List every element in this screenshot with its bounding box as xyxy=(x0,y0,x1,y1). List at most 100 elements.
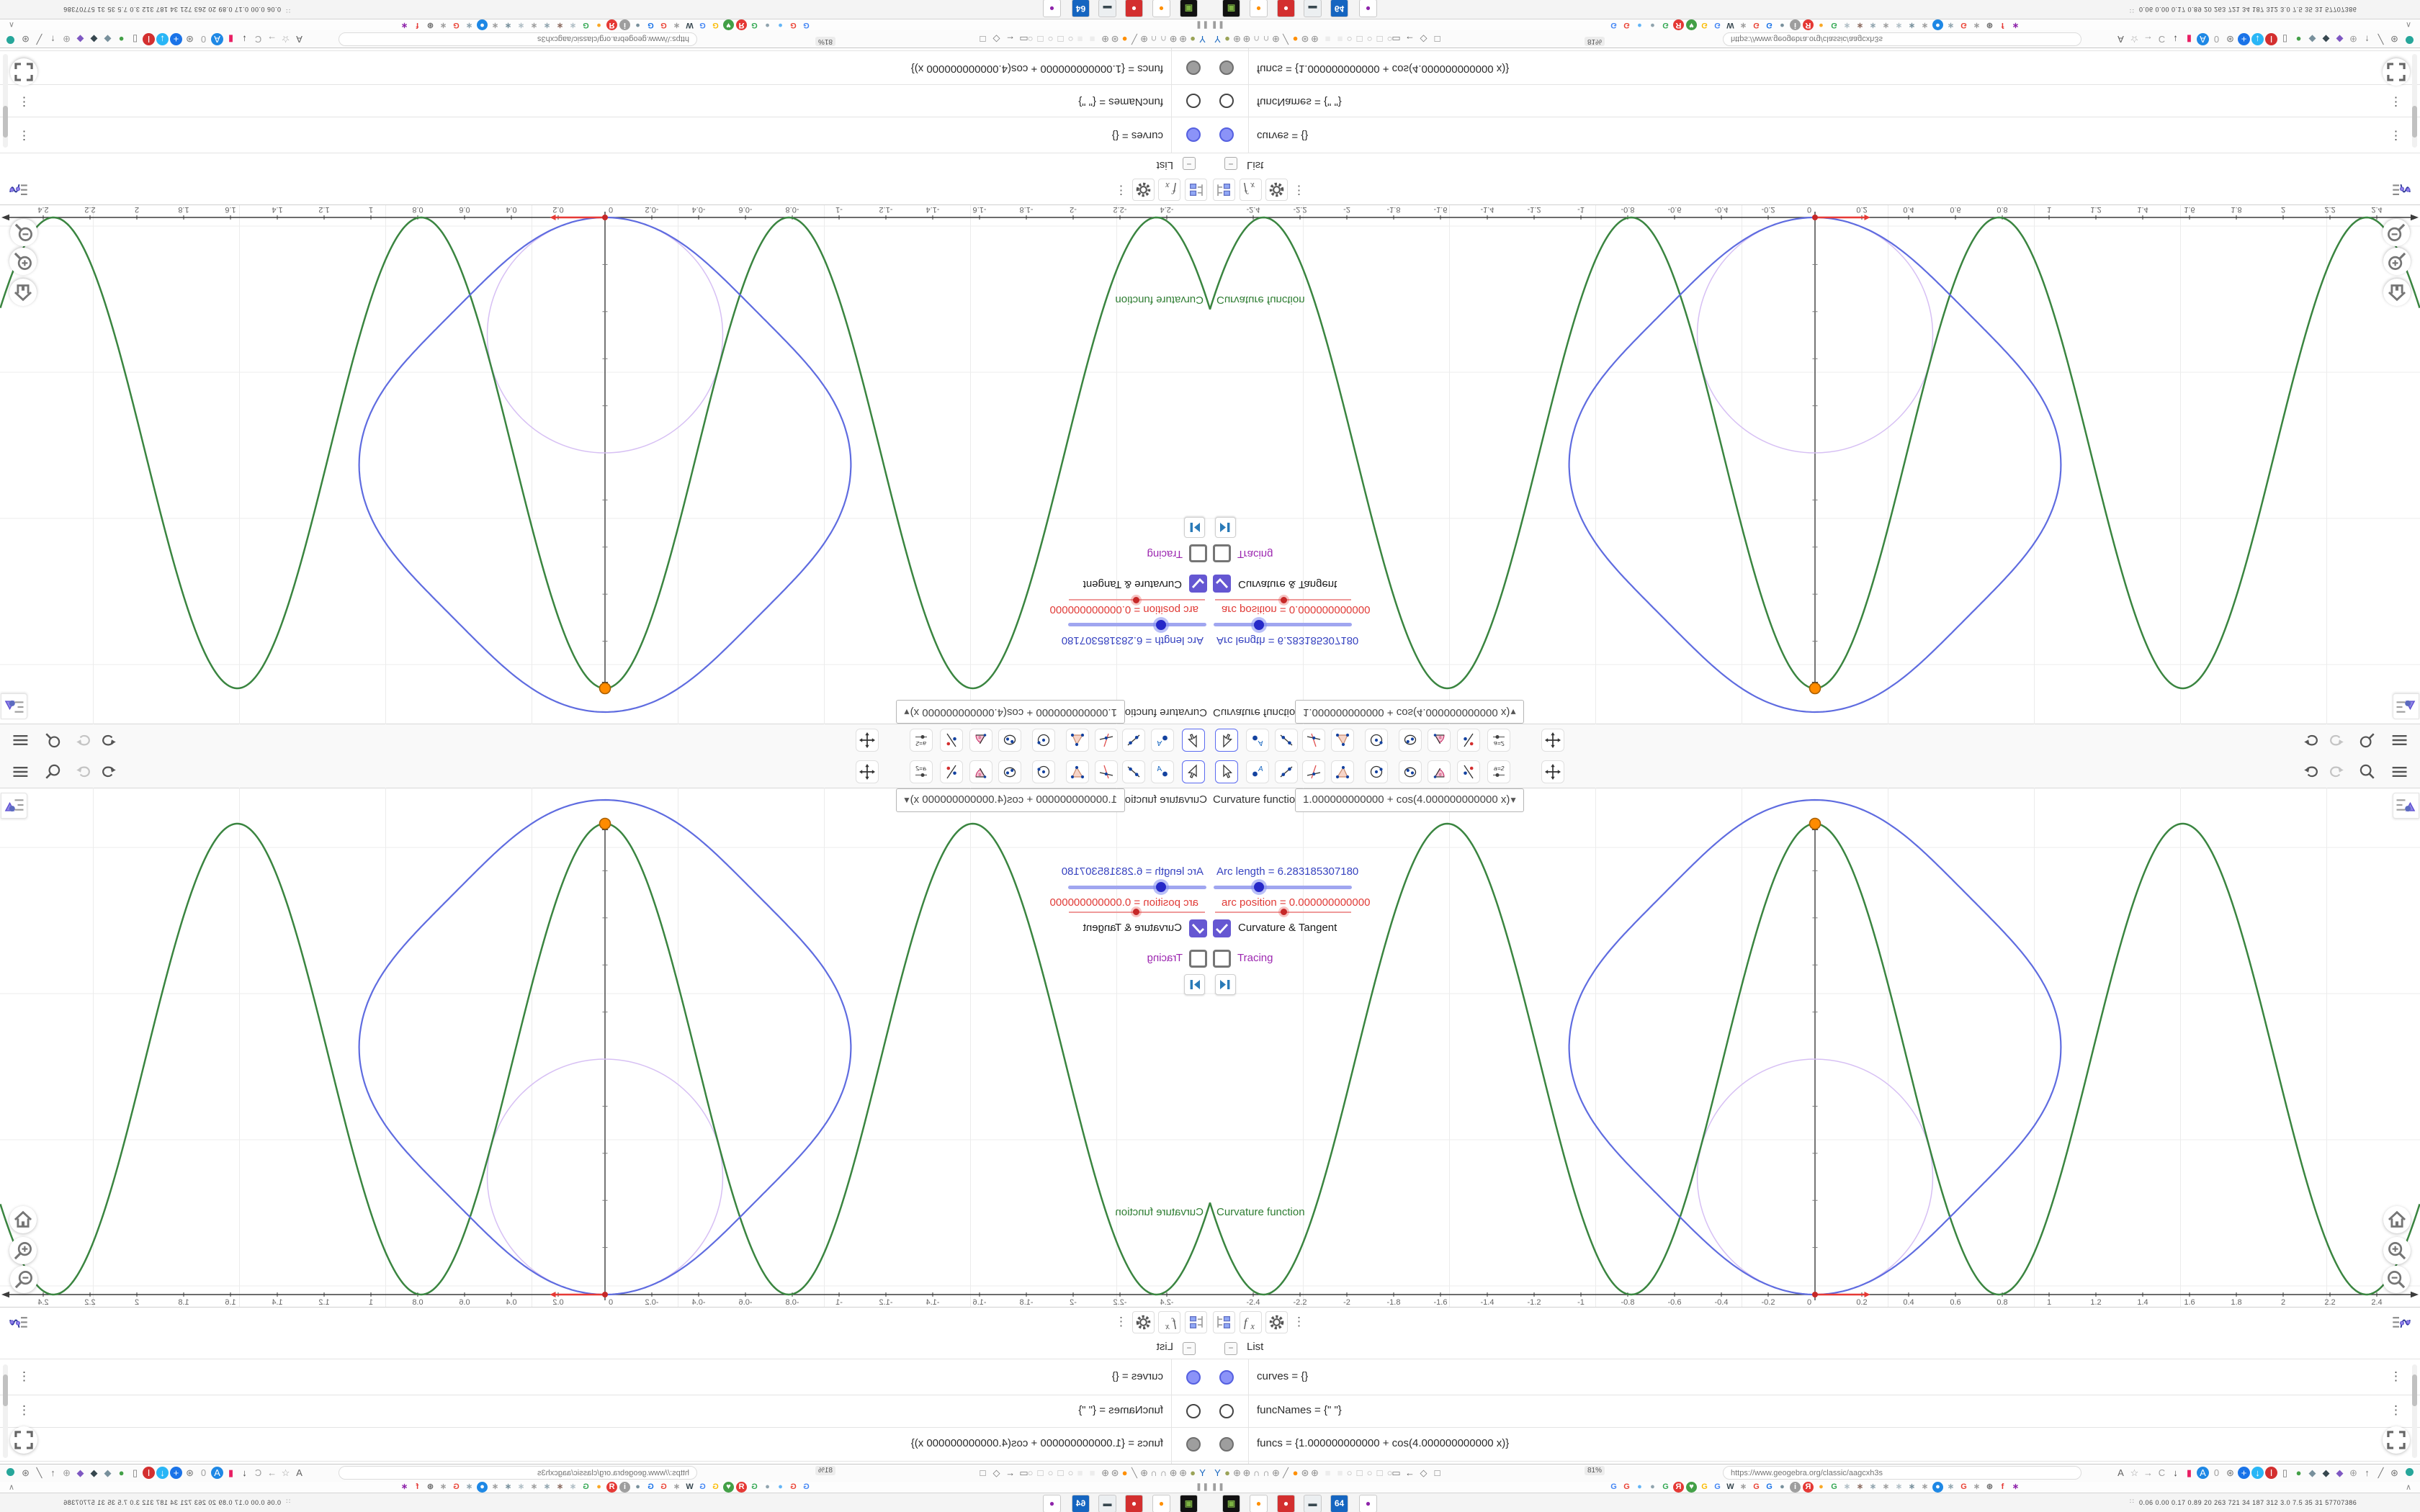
chevron-down-icon[interactable]: ▼ xyxy=(902,707,911,717)
collapse-icon[interactable]: − xyxy=(1224,1342,1237,1355)
package-app-icon[interactable]: ▣ xyxy=(1222,0,1240,17)
menu-hamburger-icon[interactable] xyxy=(2389,730,2409,750)
angle-tool-button[interactable]: α xyxy=(969,729,992,752)
algebra-row-curves[interactable]: curves = {} ⋮ xyxy=(0,117,1210,153)
favicon[interactable]: i xyxy=(1790,19,1801,30)
chevron-up-icon[interactable]: ∧ xyxy=(2406,1482,2411,1492)
perpendicular-line-tool-button[interactable] xyxy=(1302,729,1325,752)
visibility-marble[interactable] xyxy=(1186,127,1201,142)
capsule-icon[interactable]: 0 xyxy=(197,1467,210,1479)
favicon[interactable]: G xyxy=(1608,1482,1619,1493)
favicon[interactable]: G xyxy=(1699,1482,1710,1493)
favicon[interactable]: f xyxy=(412,19,423,30)
shield-purple-icon[interactable]: ◆ xyxy=(2334,33,2346,45)
favicon[interactable]: ∗ xyxy=(529,19,539,30)
conic-tool-button[interactable] xyxy=(1399,729,1422,752)
gear-icon[interactable]: ⊛ xyxy=(19,33,32,45)
trash-icon[interactable]: ▯ xyxy=(129,33,141,45)
algebra-row-curves[interactable]: curves = {} ⋮ xyxy=(0,1359,1210,1395)
globe-color-icon[interactable]: ● xyxy=(2293,1467,2305,1479)
favicon[interactable]: ∗ xyxy=(671,1482,682,1493)
marker-icon[interactable]: ▮ xyxy=(2183,33,2195,45)
globe-color-icon[interactable]: ● xyxy=(115,33,127,45)
undo-icon[interactable] xyxy=(2301,730,2321,750)
conic-tool-button[interactable] xyxy=(1399,760,1422,783)
arc-position-slider[interactable] xyxy=(1069,597,1205,603)
trash-icon[interactable]: ▯ xyxy=(2279,33,2291,45)
arc-position-slider-knob[interactable] xyxy=(1281,597,1287,603)
folder-icon[interactable]: ▭ xyxy=(1018,1467,1030,1479)
row-menu-icon[interactable]: ⋮ xyxy=(18,128,30,143)
dosbox-app-icon[interactable]: 64 xyxy=(1072,0,1090,17)
move-tool-button[interactable] xyxy=(1182,760,1205,783)
conic-tool-button[interactable] xyxy=(998,760,1021,783)
ghost-icon[interactable]: ■ xyxy=(1086,33,1098,45)
favicon[interactable]: f xyxy=(412,1482,423,1493)
favicon[interactable]: ∗ xyxy=(529,1482,539,1493)
favicon[interactable]: W xyxy=(684,19,695,30)
algebra-row-funcs[interactable]: funcs = {1.000000000000 + cos(4.00000000… xyxy=(0,1427,1210,1462)
favicon[interactable]: ● xyxy=(1777,19,1788,30)
curvature-tangent-checkbox[interactable] xyxy=(1189,575,1207,593)
favicon[interactable]: ∗ xyxy=(503,1482,514,1493)
favicon[interactable]: ● xyxy=(1816,1482,1827,1493)
wrench-icon[interactable]: ╱ xyxy=(2375,1467,2387,1479)
favicon[interactable]: G xyxy=(1621,19,1632,30)
settings-app-icon[interactable]: ● xyxy=(1277,0,1295,17)
visibility-marble[interactable] xyxy=(1219,1404,1234,1418)
curvature-tangent-checkbox[interactable] xyxy=(1213,575,1231,593)
slider-tool-button[interactable]: a=2 xyxy=(910,729,933,752)
favicon[interactable]: ∗ xyxy=(1945,1482,1956,1493)
wrench-icon[interactable]: ╱ xyxy=(2375,33,2387,45)
favicon[interactable]: G xyxy=(801,19,812,30)
favicon[interactable]: ● xyxy=(762,19,773,30)
point-tool-button[interactable]: A xyxy=(1151,760,1174,783)
favicon[interactable]: ∗ xyxy=(1894,1482,1904,1493)
favicon[interactable]: Я xyxy=(1803,19,1814,30)
zoom-level-badge[interactable]: 81% xyxy=(815,1466,835,1475)
polygon-tool-button[interactable] xyxy=(1331,760,1354,783)
arrow-icon[interactable]: → xyxy=(2142,33,2154,45)
visibility-marble[interactable] xyxy=(1219,60,1234,75)
shield-dark-icon[interactable]: ◆ xyxy=(2320,33,2332,45)
collapse-icon[interactable]: − xyxy=(1183,157,1196,170)
favicon[interactable]: G xyxy=(697,1482,708,1493)
globe-color-icon[interactable]: ● xyxy=(2293,33,2305,45)
back-arrow-icon[interactable]: ← xyxy=(1004,33,1016,45)
algebra-scrollbar[interactable] xyxy=(2412,54,2417,148)
redo-icon[interactable] xyxy=(73,730,94,750)
favicon[interactable]: ● xyxy=(632,1482,643,1493)
shield-purple-icon[interactable]: ◆ xyxy=(74,1467,86,1479)
shield-zero-icon[interactable]: ◆ xyxy=(102,33,114,45)
favicon[interactable]: W xyxy=(1725,1482,1736,1493)
shield-icon[interactable]: ◇ xyxy=(1417,1467,1430,1479)
favicon[interactable]: G xyxy=(1660,1482,1671,1493)
graphics-stylebar-toggle[interactable] xyxy=(1,793,27,819)
algebra-row-curves[interactable]: curves = {} ⋮ xyxy=(1210,117,2420,153)
home-button[interactable] xyxy=(9,1206,37,1233)
download-blue-icon[interactable]: ↓ xyxy=(2251,33,2264,45)
back-arrow-icon[interactable]: ← xyxy=(1404,1467,1416,1479)
graphics-stylebar-toggle[interactable] xyxy=(2393,693,2419,719)
translate-blue-icon[interactable]: A xyxy=(211,33,223,45)
address-bar[interactable]: https://www.geogebra.org/classic/aagcxh3… xyxy=(1723,1466,2081,1480)
favicon[interactable]: ∗ xyxy=(438,1482,449,1493)
row-menu-icon[interactable]: ⋮ xyxy=(18,94,30,109)
favicon[interactable]: ∗ xyxy=(1919,19,1930,30)
thumb-icon[interactable]: ↑ xyxy=(2361,33,2373,45)
star-icon[interactable]: ☆ xyxy=(2128,1467,2141,1479)
favicon[interactable]: G xyxy=(801,1482,812,1493)
favicon[interactable]: ∗ xyxy=(503,19,514,30)
shield-dark-icon[interactable]: ◆ xyxy=(88,33,100,45)
reload-icon[interactable]: C xyxy=(252,33,264,45)
cat-app-icon[interactable]: ● xyxy=(1043,1495,1061,1512)
favicon[interactable]: G xyxy=(1712,1482,1723,1493)
favicon[interactable]: ∗ xyxy=(542,1482,552,1493)
record-icon[interactable]: I xyxy=(2265,33,2277,45)
undo-icon[interactable] xyxy=(99,762,119,782)
arc-position-slider-knob[interactable] xyxy=(1281,909,1287,915)
capsule-icon[interactable]: 0 xyxy=(197,33,210,45)
favicon[interactable]: ∗ xyxy=(1881,1482,1891,1493)
zoom-level-badge[interactable]: 81% xyxy=(815,37,835,46)
favicon[interactable]: ∗ xyxy=(2010,1482,2021,1493)
